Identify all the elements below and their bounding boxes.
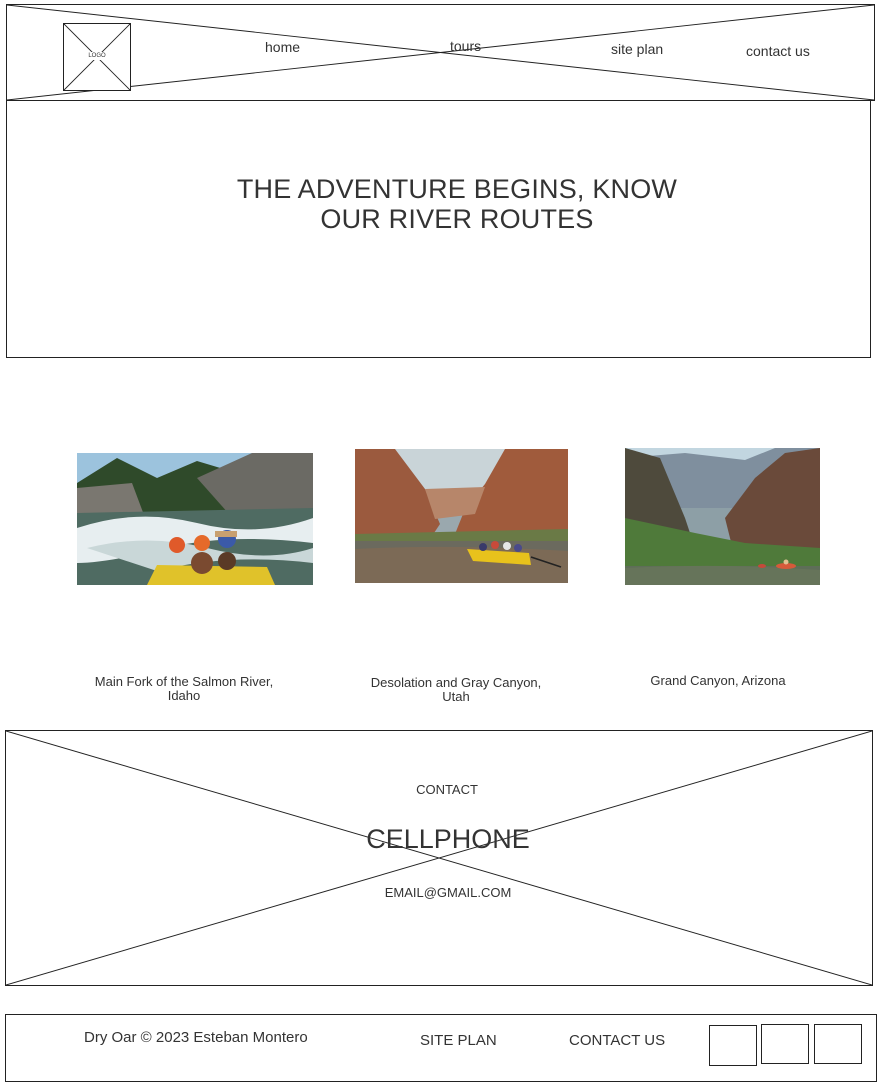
- social-icon-1[interactable]: [709, 1025, 757, 1066]
- nav-site-plan[interactable]: site plan: [611, 41, 663, 57]
- social-icon-3[interactable]: [814, 1024, 862, 1064]
- footer-site-plan-link[interactable]: SITE PLAN: [420, 1032, 497, 1049]
- tour-caption-2-line-1: Desolation and Gray Canyon,: [370, 675, 542, 690]
- contact-heading: CONTACT: [416, 782, 478, 797]
- footer-copyright: Dry Oar © 2023 Esteban Montero: [84, 1029, 308, 1046]
- canyon-raft-image: [355, 449, 568, 583]
- contact-email[interactable]: EMAIL@GMAIL.COM: [348, 885, 548, 900]
- contact-section: [5, 730, 873, 986]
- river-rafting-photo[interactable]: [77, 453, 313, 585]
- tour-caption-1-line-2: Idaho: [167, 688, 201, 703]
- hero-title-line-2: OUR RIVER ROUTES: [320, 204, 594, 234]
- tour-caption-1: Main Fork of the Salmon River, Idaho: [70, 675, 298, 703]
- river-rafting-image: [77, 453, 313, 585]
- hero-title-line-1: THE ADVENTURE BEGINS, KNOW: [236, 174, 678, 204]
- footer-contact-us-link[interactable]: CONTACT US: [569, 1032, 665, 1049]
- tour-caption-3: Grand Canyon, Arizona: [604, 674, 832, 688]
- social-icon-2[interactable]: [761, 1024, 809, 1064]
- nav-tours[interactable]: tours: [450, 38, 481, 54]
- header: LOGO home tours site plan contact us: [6, 4, 875, 101]
- grand-canyon-photo[interactable]: [625, 448, 820, 585]
- tour-caption-2: Desolation and Gray Canyon, Utah: [342, 676, 570, 704]
- tour-caption-3-line-1: Grand Canyon, Arizona: [650, 673, 786, 688]
- canyon-raft-photo[interactable]: [355, 449, 568, 583]
- logo[interactable]: LOGO: [63, 23, 131, 91]
- grand-canyon-image: [625, 448, 820, 585]
- contact-phone: CELLPHONE: [366, 824, 530, 854]
- logo-text: LOGO: [64, 52, 130, 60]
- tour-caption-1-line-1: Main Fork of the Salmon River,: [94, 674, 274, 689]
- nav-contact-us[interactable]: contact us: [746, 43, 810, 59]
- contact-placeholder-cross: [6, 731, 872, 985]
- nav-home[interactable]: home: [265, 39, 300, 55]
- tour-caption-2-line-2: Utah: [442, 689, 470, 704]
- header-placeholder-cross: [7, 5, 874, 100]
